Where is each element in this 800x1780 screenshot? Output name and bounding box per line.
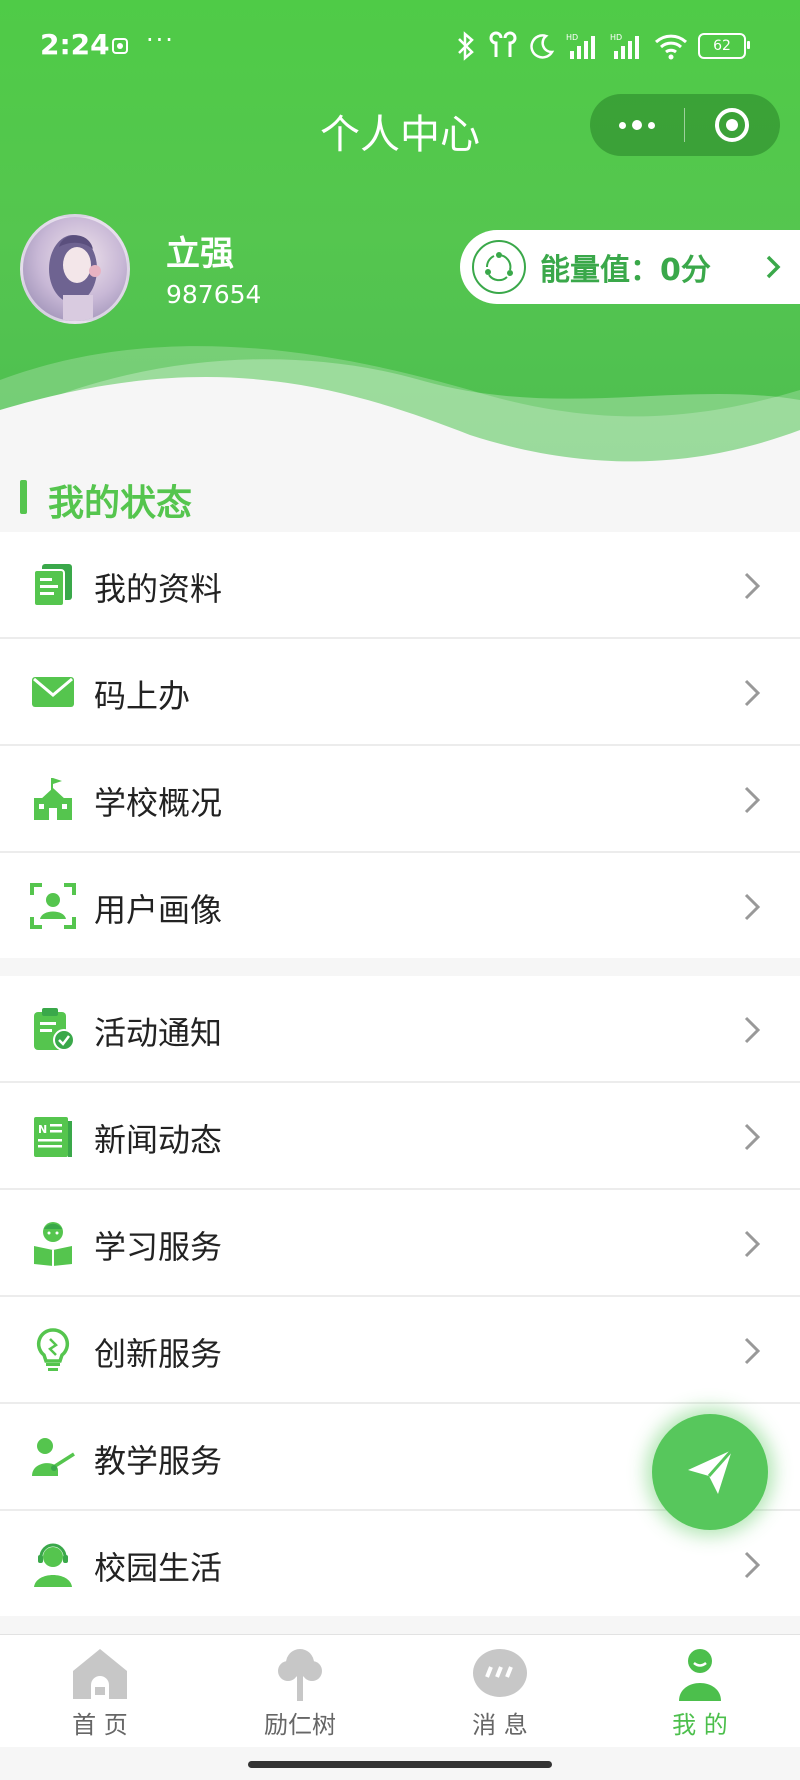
home-indicator[interactable] [248, 1761, 552, 1768]
chevron-right-icon [744, 786, 761, 814]
tab-liren-tree[interactable]: 励仁树 [200, 1635, 400, 1747]
teacher-icon [32, 1438, 75, 1476]
energy-points-button[interactable]: 能量值：0分 [460, 230, 800, 304]
wifi-icon [654, 34, 688, 60]
menu-item-label: 用户画像 [94, 891, 223, 929]
menu-item-label: 创新服务 [94, 1335, 223, 1373]
more-notifications-icon: ··· [146, 26, 175, 54]
section-header: 我的状态 [0, 470, 800, 532]
moon-icon [530, 34, 555, 59]
menu-item-label: 我的资料 [94, 570, 223, 608]
section-accent-bar [20, 480, 27, 514]
menu-item-label: 码上办 [94, 677, 191, 715]
profile-doc-icon [33, 564, 72, 607]
tab-me[interactable]: 我 的 [600, 1635, 800, 1747]
menu-item-news[interactable]: N 新闻动态 [0, 1083, 800, 1190]
paper-plane-icon [688, 1449, 734, 1494]
tab-label: 消 息 [472, 1711, 528, 1739]
chevron-right-icon [744, 1551, 761, 1579]
clipboard-check-icon [34, 1008, 75, 1051]
tab-label: 励仁树 [264, 1711, 336, 1739]
chevron-right-icon [766, 255, 781, 279]
status-bar: 2:24 ··· HD HD 62 [0, 0, 800, 96]
menu-item-my-profile[interactable]: 我的资料 [0, 532, 800, 639]
chevron-right-icon [744, 1123, 761, 1151]
chevron-right-icon [744, 1016, 761, 1044]
tab-messages[interactable]: 消 息 [400, 1635, 600, 1747]
chevron-right-icon [744, 572, 761, 600]
user-name: 立强 [166, 234, 234, 274]
energy-cycle-icon [472, 240, 526, 294]
menu-item-learning-service[interactable]: 学习服务 [0, 1190, 800, 1297]
user-id: 987654 [166, 280, 262, 309]
section-title: 我的状态 [48, 483, 193, 524]
menu-item-label: 新闻动态 [94, 1121, 223, 1159]
user-scan-icon [30, 883, 76, 929]
battery-indicator: 62 [698, 33, 750, 59]
tree-icon [278, 1649, 322, 1701]
headset-user-icon [34, 1543, 72, 1587]
menu-item-label: 学校概况 [94, 784, 223, 822]
miniprogram-capsule [590, 94, 780, 156]
menu-item-label: 教学服务 [94, 1442, 223, 1480]
send-fab-button[interactable] [652, 1414, 768, 1530]
svg-text:HD: HD [566, 33, 578, 42]
menu-item-innovation-service[interactable]: 创新服务 [0, 1297, 800, 1404]
target-icon [715, 108, 749, 142]
menu-item-user-portrait[interactable]: 用户画像 [0, 853, 800, 958]
reading-student-icon [34, 1222, 72, 1266]
energy-label: 能量值：0分 [540, 253, 711, 288]
tab-label: 首 页 [72, 1711, 128, 1739]
avatar[interactable] [20, 214, 130, 324]
bluetooth-icon [458, 31, 474, 61]
menu-item-activity-notice[interactable]: 活动通知 [0, 976, 800, 1083]
chevron-right-icon [744, 1230, 761, 1258]
earbuds-icon [489, 31, 517, 57]
more-menu-button[interactable] [590, 94, 684, 156]
chevron-right-icon [744, 1337, 761, 1365]
menu-item-school-overview[interactable]: 学校概况 [0, 746, 800, 853]
message-bubble-icon [473, 1649, 527, 1697]
status-time: 2:24 [40, 28, 110, 61]
profile-header: 2:24 ··· HD HD 62 个人中心 立强 987654 能量值：0分 [0, 0, 800, 520]
chevron-right-icon [744, 679, 761, 707]
tab-label: 我 的 [672, 1711, 728, 1739]
chevron-right-icon [744, 893, 761, 921]
signal-icon-2: HD [610, 33, 639, 59]
svg-text:N: N [38, 1123, 47, 1136]
lightbulb-icon [36, 1328, 70, 1371]
status-icons: HD HD 62 [454, 26, 750, 66]
bottom-tab-bar: 首 页 励仁树 消 息 我 的 [0, 1634, 800, 1747]
menu-group-1: 我的资料 码上办 学校概况 用户画像 [0, 532, 800, 958]
close-miniprogram-button[interactable] [685, 94, 779, 156]
person-icon [679, 1649, 721, 1701]
signal-icon-1: HD [566, 33, 595, 59]
menu-item-label: 活动通知 [94, 1014, 223, 1052]
home-icon [73, 1649, 127, 1699]
menu-item-code-service[interactable]: 码上办 [0, 639, 800, 746]
tab-home[interactable]: 首 页 [0, 1635, 200, 1747]
school-building-icon [34, 778, 72, 820]
menu-item-label: 学习服务 [94, 1228, 223, 1266]
envelope-icon [32, 677, 74, 707]
menu-item-campus-life[interactable]: 校园生活 [0, 1511, 800, 1616]
svg-text:HD: HD [610, 33, 622, 42]
notification-icon [112, 38, 128, 54]
avatar-image [49, 235, 101, 321]
menu-item-label: 校园生活 [94, 1549, 223, 1587]
news-icon: N [34, 1117, 72, 1157]
